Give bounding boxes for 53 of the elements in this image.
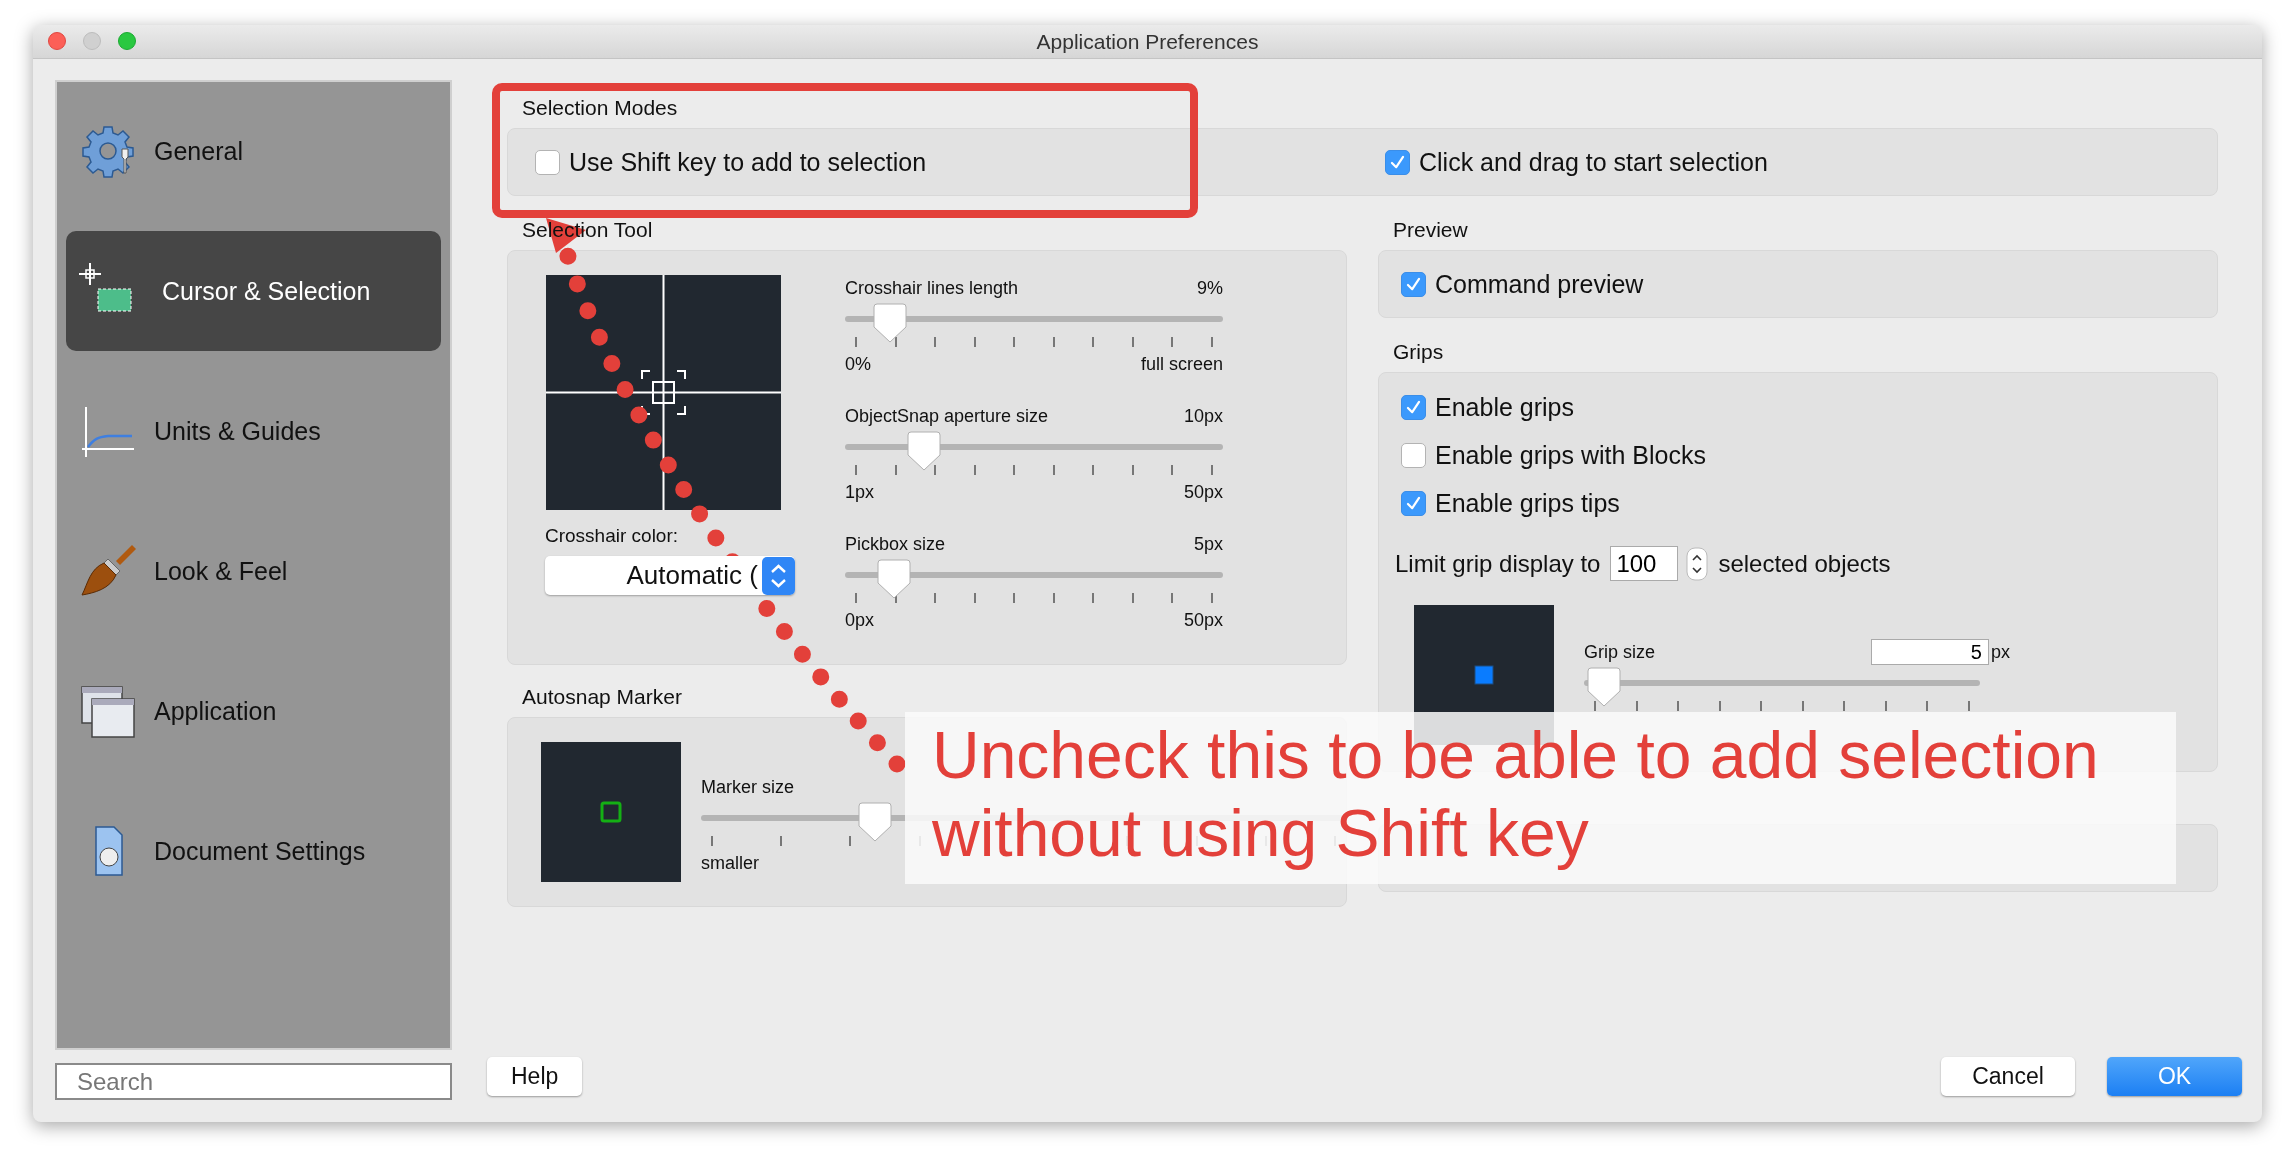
slider-value: 9% — [1197, 277, 1223, 299]
field-label: Limit grip display to — [1395, 549, 1601, 578]
search-field[interactable]: Search — [55, 1063, 452, 1100]
sidebar-item[interactable]: Look & Feel — [66, 511, 441, 631]
field-label: Crosshair color: — [545, 525, 680, 548]
stepper-control[interactable] — [1686, 546, 1709, 581]
slider-thumb[interactable] — [873, 303, 908, 343]
section-header: Preview — [1392, 217, 1468, 243]
slider-label: Grip size — [1584, 641, 1655, 663]
scale-label: 50px — [1183, 481, 1223, 503]
minimize-button[interactable] — [83, 32, 101, 50]
slider-thumb[interactable] — [877, 559, 912, 599]
slider-value: 5px — [1193, 533, 1223, 555]
sidebar-item[interactable]: Units & Guides — [66, 371, 441, 491]
close-button[interactable] — [48, 32, 66, 50]
cancel-button[interactable]: Cancel — [1941, 1057, 2075, 1096]
field-label: selected objects — [1718, 549, 1891, 578]
unit-label: px — [1991, 641, 2010, 663]
crosshair-color-select[interactable]: Automatic ( — [545, 556, 795, 595]
slider-label: Marker size — [701, 776, 794, 798]
sidebar-item[interactable]: Application — [66, 651, 441, 771]
checkbox[interactable]: Enable grips tips — [1401, 485, 2217, 521]
slider-thumb[interactable] — [1586, 667, 1621, 707]
checkbox[interactable]: Enable grips with Blocks — [1401, 437, 2217, 473]
sidebar-item[interactable]: Cursor & Selection — [66, 231, 441, 351]
slider-label: Pickbox size — [845, 533, 946, 555]
scale-label: smaller — [701, 852, 759, 874]
slider-label: Crosshair lines length — [845, 277, 1019, 299]
grip-size-field[interactable]: 5 — [1871, 639, 1989, 665]
stepper-icon — [762, 556, 795, 595]
sidebar-item[interactable]: Document Settings — [66, 791, 441, 911]
sidebar-item[interactable]: General — [66, 91, 441, 211]
zoom-button[interactable] — [118, 32, 136, 50]
help-button[interactable]: Help — [487, 1057, 583, 1096]
checkbox[interactable]: Click and drag to start selection — [1385, 144, 2217, 180]
section-header: Grips — [1392, 339, 1444, 365]
section-header: Selection Modes — [521, 95, 678, 121]
section-header: Autosnap Marker — [521, 684, 682, 710]
checkbox[interactable]: Use Shift key to add to selection — [535, 144, 1385, 180]
slider-thumb[interactable] — [907, 431, 942, 471]
scale-label: 0% — [845, 353, 871, 375]
callout-text: Uncheck this to be able to add selection without using Shift key — [932, 717, 2100, 872]
scale-label: 0px — [845, 609, 875, 631]
scale-label: 1px — [845, 481, 875, 503]
scale-label: full screen — [1140, 353, 1223, 375]
limit-field[interactable]: 100 — [1610, 546, 1679, 581]
slider-label: ObjectSnap aperture size — [845, 405, 1049, 427]
scale-label: 50px — [1183, 609, 1223, 631]
window-title: Application Preferences — [1036, 29, 1259, 54]
checkbox[interactable]: Command preview — [1401, 266, 1644, 302]
slider-thumb[interactable] — [858, 802, 893, 842]
slider-value: 10px — [1183, 405, 1223, 427]
checkbox[interactable]: Enable grips — [1401, 389, 2217, 425]
